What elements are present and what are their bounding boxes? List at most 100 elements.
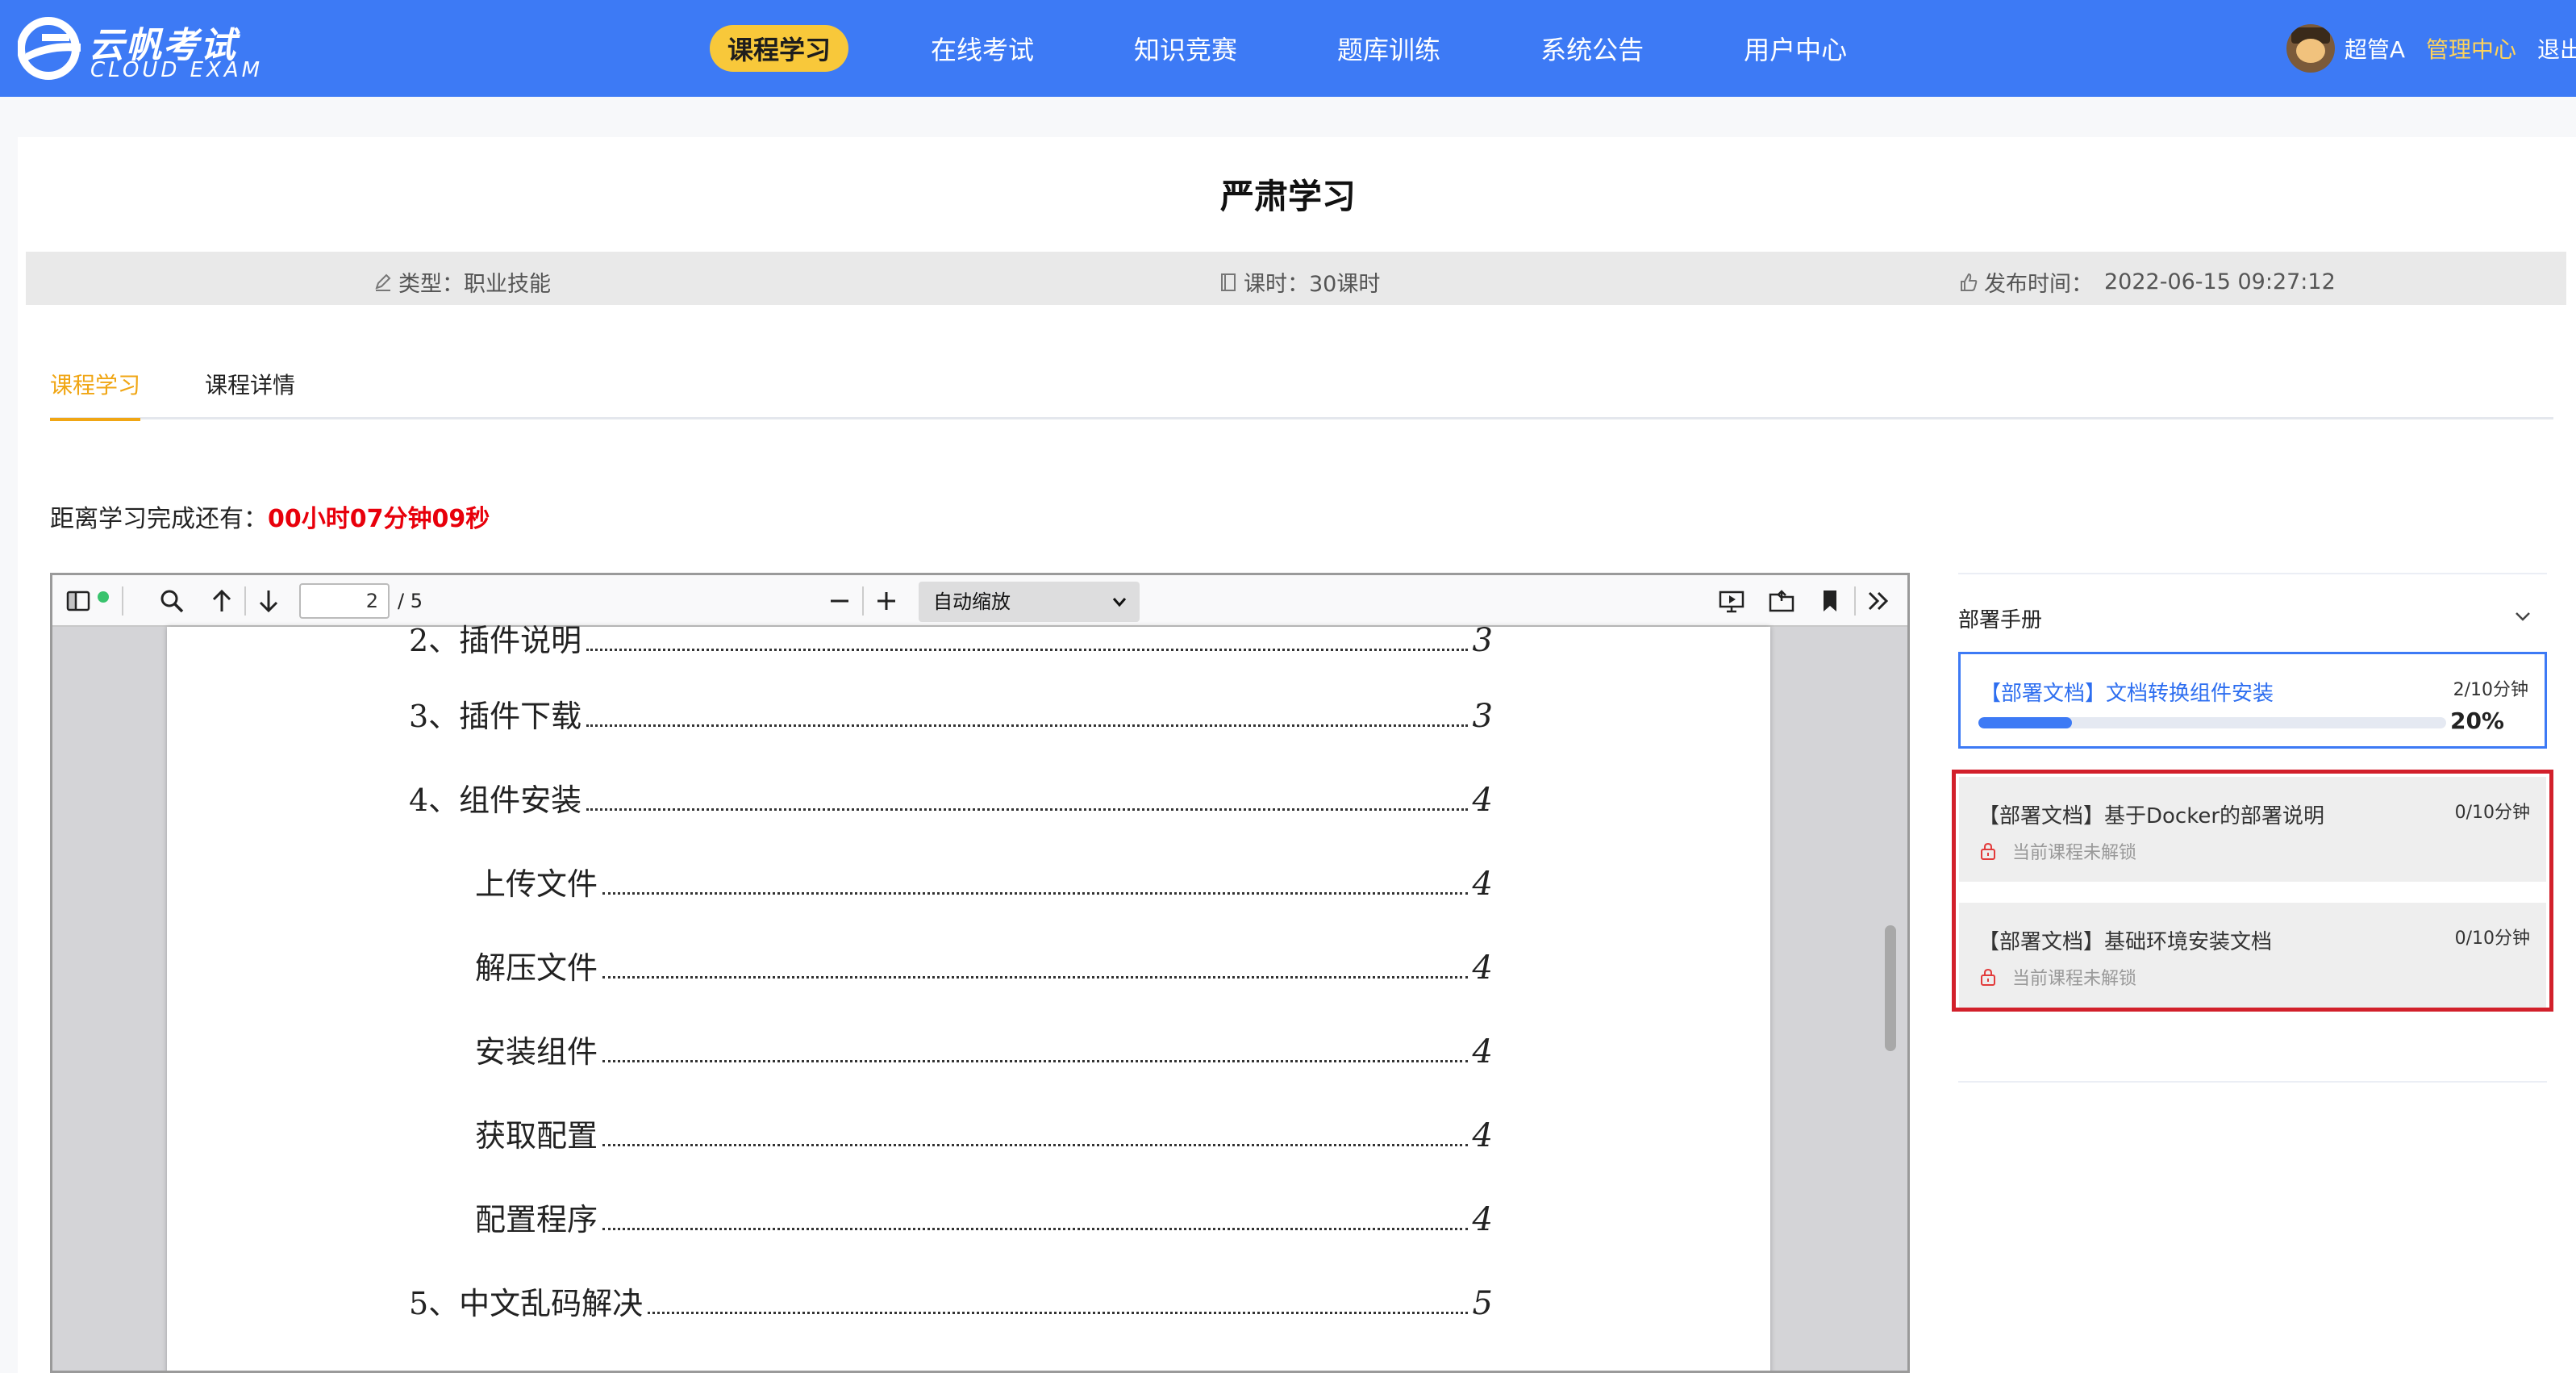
toc-line-text: 获取配置 bbox=[475, 1118, 598, 1154]
meta-publish-value: 2022-06-15 09:27:12 bbox=[2104, 269, 2336, 294]
plus-icon bbox=[877, 592, 895, 610]
toc-leader-dots bbox=[602, 1124, 1468, 1146]
nav-knowledge-contest[interactable]: 知识竞赛 bbox=[1116, 25, 1255, 72]
toc-line[interactable]: 获取配置 4 bbox=[475, 1111, 1493, 1155]
bookmark-button[interactable] bbox=[1815, 586, 1844, 616]
avatar-face bbox=[2295, 39, 2325, 63]
toc-line[interactable]: 配置程序 4 bbox=[475, 1195, 1493, 1239]
lock-icon bbox=[1981, 842, 1995, 860]
nav-announcements[interactable]: 系统公告 bbox=[1523, 25, 1661, 72]
countdown-label: 距离学习完成还有： bbox=[50, 505, 268, 533]
nav-online-exam[interactable]: 在线考试 bbox=[913, 25, 1052, 72]
toc-line[interactable]: 5、中文乱码解决 5 bbox=[409, 1279, 1493, 1323]
arrow-down-icon bbox=[259, 591, 278, 613]
doc-lock-text: 当前课程未解锁 bbox=[2012, 969, 2137, 989]
countdown-timer: 00小时07分钟09秒 bbox=[268, 505, 490, 533]
toc-line-text: 4、组件安装 bbox=[409, 782, 582, 818]
avatar[interactable] bbox=[2286, 24, 2335, 73]
search-icon bbox=[160, 590, 184, 613]
doc-progress-bar bbox=[1978, 717, 2446, 728]
zoom-select-value: 自动缩放 bbox=[933, 591, 1011, 613]
chapter-header[interactable]: 部署手册 bbox=[1958, 597, 2547, 637]
presentation-icon bbox=[1719, 591, 1744, 613]
toc-line[interactable]: 上传文件 4 bbox=[475, 859, 1493, 904]
meta-hours: 课时： 30课时 bbox=[1218, 266, 1380, 298]
toolbar-divider bbox=[1854, 586, 1856, 616]
doc-title: 【部署文档】基于Docker的部署说明 bbox=[1978, 804, 2325, 828]
doc-item-locked[interactable]: 【部署文档】基于Docker的部署说明 0/10分钟 当前课程未解锁 bbox=[1959, 777, 2546, 882]
logo[interactable]: 云帆考试 CLOUD EXAM bbox=[18, 11, 260, 84]
toc-line-page: 4 bbox=[1472, 866, 1493, 903]
pdf-scrollbar-thumb[interactable] bbox=[1885, 925, 1896, 1051]
meta-hours-value: 30课时 bbox=[1309, 272, 1381, 297]
open-file-button[interactable] bbox=[1767, 586, 1796, 616]
toolbar-divider bbox=[244, 586, 246, 616]
main-nav: 课程学习 在线考试 知识竞赛 题库训练 系统公告 用户中心 bbox=[710, 0, 1929, 97]
toc-line-page: 4 bbox=[1472, 1117, 1493, 1154]
bookmark-icon bbox=[1824, 591, 1836, 611]
doc-item-locked[interactable]: 【部署文档】基础环境安装文档 0/10分钟 当前课程未解锁 bbox=[1959, 903, 2546, 1008]
page-total: / 5 bbox=[398, 590, 423, 612]
tools-menu-button[interactable] bbox=[1864, 586, 1893, 616]
doc-title: 【部署文档】文档转换组件安装 bbox=[1980, 682, 2274, 706]
toc-line-page: 4 bbox=[1472, 1201, 1493, 1238]
locked-docs-highlight: 【部署文档】基于Docker的部署说明 0/10分钟 当前课程未解锁 【部署文档… bbox=[1952, 770, 2553, 1012]
page-number-input[interactable]: 2 bbox=[299, 583, 390, 619]
admin-center-link[interactable]: 管理中心 bbox=[2426, 32, 2516, 65]
toc-line[interactable]: 解压文件 4 bbox=[475, 943, 1493, 987]
meta-type-label: 类型： bbox=[398, 272, 464, 297]
toc-line[interactable]: 安装组件 4 bbox=[475, 1027, 1493, 1071]
doc-time: 2/10分钟 bbox=[2453, 680, 2528, 700]
toc-line-text: 5、中文乱码解决 bbox=[409, 1286, 644, 1321]
user-area: 超管A 管理中心 退出 bbox=[2286, 0, 2576, 97]
toc-line-text: 上传文件 bbox=[475, 866, 598, 902]
toc-line[interactable]: 2、插件说明 3 bbox=[409, 616, 1493, 660]
page-left-strip bbox=[0, 97, 18, 1373]
toc-leader-dots bbox=[602, 1208, 1468, 1230]
toc-line[interactable]: 3、插件下载 3 bbox=[409, 691, 1493, 736]
toolbar-divider bbox=[122, 586, 123, 616]
presentation-mode-button[interactable] bbox=[1717, 586, 1746, 616]
next-page-button[interactable] bbox=[254, 586, 283, 616]
chapter-panel: 部署手册 【部署文档】文档转换组件安装 2/10分钟 20% 【部署文档】基于D… bbox=[1952, 573, 2553, 1089]
toc-line-text: 配置程序 bbox=[475, 1202, 598, 1237]
sidebar-toggle-button[interactable] bbox=[64, 586, 109, 616]
course-meta-bar: 类型： 职业技能 课时： 30课时 发布时间： 2022-06-15 09:27… bbox=[26, 252, 2566, 305]
chevron-down-icon bbox=[2516, 612, 2530, 621]
meta-hours-label: 课时： bbox=[1244, 272, 1309, 297]
doc-item-active[interactable]: 【部署文档】文档转换组件安装 2/10分钟 20% bbox=[1958, 652, 2547, 749]
doc-progress-fill bbox=[1978, 717, 2072, 728]
logout-link[interactable]: 退出 bbox=[2537, 32, 2576, 65]
nav-user-center[interactable]: 用户中心 bbox=[1726, 25, 1865, 72]
logo-icon bbox=[18, 17, 81, 80]
toc-leader-dots bbox=[648, 1292, 1468, 1314]
toc-line-page: 3 bbox=[1472, 698, 1493, 735]
meta-type: 类型： 职业技能 bbox=[373, 266, 551, 298]
toc-line-text: 解压文件 bbox=[475, 950, 598, 986]
toc-leader-dots bbox=[586, 704, 1468, 727]
pdf-viewer[interactable]: 2 / 5 自动缩放 2、插件说明 3 3、插件下载 3 4、组件安装 4 上传… bbox=[50, 573, 1910, 1373]
find-button[interactable] bbox=[157, 586, 186, 616]
user-name[interactable]: 超管A bbox=[2345, 32, 2405, 65]
doc-time: 0/10分钟 bbox=[2454, 929, 2530, 949]
nav-question-training[interactable]: 题库训练 bbox=[1319, 25, 1458, 72]
toc-line-text: 2、插件说明 bbox=[409, 623, 582, 658]
tab-course-study[interactable]: 课程学习 bbox=[50, 368, 141, 421]
toc-line[interactable]: 4、组件安装 4 bbox=[409, 775, 1493, 820]
zoom-in-button[interactable] bbox=[872, 586, 901, 616]
meta-publish-label: 发布时间： bbox=[1984, 272, 2093, 297]
previous-page-button[interactable] bbox=[207, 586, 236, 616]
zoom-out-button[interactable] bbox=[825, 586, 854, 616]
page-top-strip bbox=[0, 97, 2576, 137]
tab-course-details[interactable]: 课程详情 bbox=[205, 368, 295, 418]
course-tabs: 课程学习 课程详情 bbox=[50, 368, 2553, 421]
toc-leader-dots bbox=[586, 788, 1468, 811]
toc-line-page: 3 bbox=[1472, 622, 1493, 659]
divider bbox=[1958, 573, 2547, 574]
toc-line-page: 4 bbox=[1472, 1033, 1493, 1070]
toc-line-text: 3、插件下载 bbox=[409, 699, 582, 734]
nav-course-study[interactable]: 课程学习 bbox=[710, 25, 849, 72]
logo-text-en: CLOUD EXAM bbox=[90, 58, 264, 82]
course-title: 严肃学习 bbox=[1219, 177, 1356, 216]
toolbar-divider bbox=[862, 586, 864, 616]
